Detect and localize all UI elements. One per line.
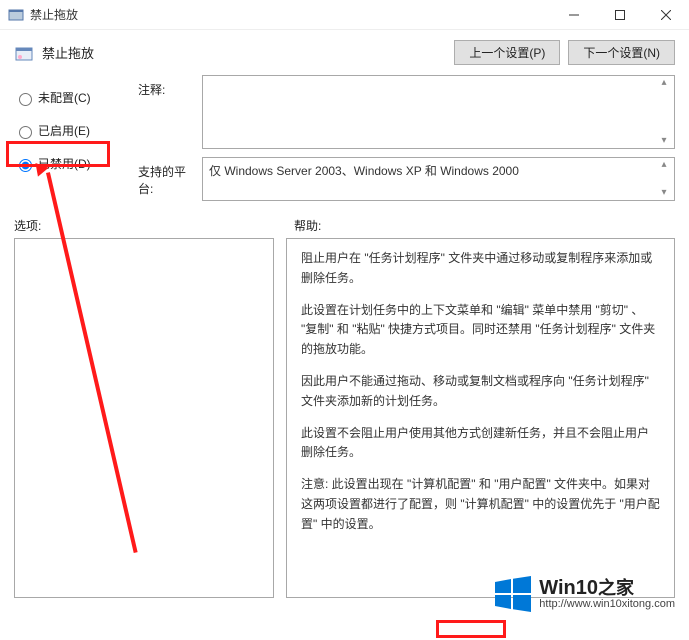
help-paragraph: 此设置在计划任务中的上下文菜单和 "编辑" 菜单中禁用 "剪切" 、 "复制" … — [301, 301, 660, 360]
scrollbar-icon: ▴▾ — [656, 78, 672, 146]
annotation-secondary-box — [436, 620, 506, 638]
close-button[interactable] — [643, 0, 689, 30]
help-panel: 阻止用户在 "任务计划程序" 文件夹中通过移动或复制程序来添加或删除任务。 此设… — [286, 238, 675, 598]
help-paragraph: 因此用户不能通过拖动、移动或复制文档或程序向 "任务计划程序" 文件夹添加新的计… — [301, 372, 660, 412]
platform-label: 支持的平台: — [138, 157, 198, 197]
platform-text: 仅 Windows Server 2003、Windows XP 和 Windo… — [209, 164, 519, 178]
header: 禁止拖放 上一个设置(P) 下一个设置(N) — [0, 30, 689, 73]
help-label: 帮助: — [294, 217, 321, 234]
help-paragraph: 阻止用户在 "任务计划程序" 文件夹中通过移动或复制程序来添加或删除任务。 — [301, 249, 660, 289]
radio-label: 已启用(E) — [38, 122, 90, 139]
radio-label: 未配置(C) — [38, 89, 91, 106]
window-title: 禁止拖放 — [30, 6, 78, 23]
radio-enabled-input[interactable] — [19, 126, 32, 139]
minimize-button[interactable] — [551, 0, 597, 30]
radio-label: 已禁用(D) — [38, 155, 91, 172]
radio-disabled[interactable]: 已禁用(D) — [14, 155, 134, 172]
watermark-url: http://www.win10xitong.com — [539, 599, 675, 611]
radio-not-configured-input[interactable] — [19, 93, 32, 106]
maximize-button[interactable] — [597, 0, 643, 30]
previous-setting-button[interactable]: 上一个设置(P) — [454, 40, 560, 65]
radio-not-configured[interactable]: 未配置(C) — [14, 89, 134, 106]
comment-label: 注释: — [138, 75, 198, 98]
radio-enabled[interactable]: 已启用(E) — [14, 122, 134, 139]
watermark-brand-suffix: 之家 — [598, 578, 634, 598]
watermark: Win10之家 http://www.win10xitong.com — [493, 574, 675, 614]
watermark-brand: Win10之家 — [539, 578, 675, 599]
policy-icon — [14, 43, 34, 63]
radio-disabled-input[interactable] — [19, 159, 32, 172]
policy-title: 禁止拖放 — [42, 43, 242, 62]
supported-platform-box: 仅 Windows Server 2003、Windows XP 和 Windo… — [202, 157, 675, 201]
titlebar: 禁止拖放 — [0, 0, 689, 30]
app-icon — [8, 7, 24, 23]
scrollbar-icon: ▴▾ — [656, 160, 672, 198]
options-panel — [14, 238, 274, 598]
watermark-brand-main: Win10 — [539, 577, 598, 599]
state-radio-group: 未配置(C) 已启用(E) 已禁用(D) — [14, 75, 134, 188]
options-label: 选项: — [14, 217, 294, 234]
help-paragraph: 此设置不会阻止用户使用其他方式创建新任务，并且不会阻止用户删除任务。 — [301, 424, 660, 464]
comment-textarea[interactable]: ▴▾ — [202, 75, 675, 149]
help-paragraph: 注意: 此设置出现在 "计算机配置" 和 "用户配置" 文件夹中。如果对这两项设… — [301, 475, 660, 534]
windows-logo-icon — [493, 574, 533, 614]
next-setting-button[interactable]: 下一个设置(N) — [568, 40, 675, 65]
